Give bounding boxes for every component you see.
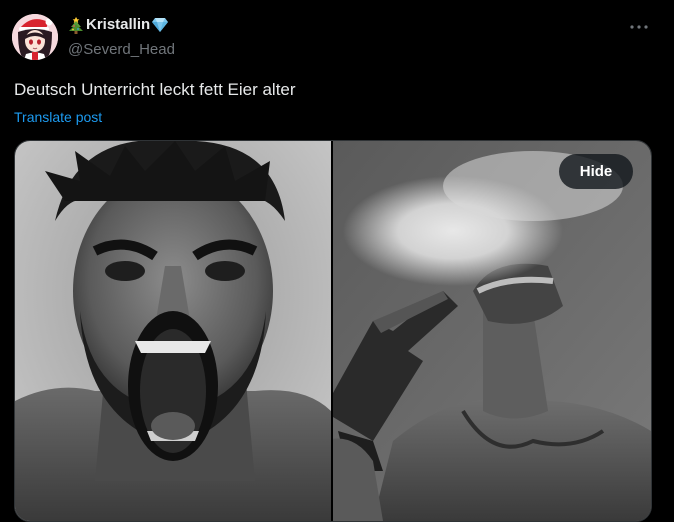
post: Kristallin @Severd_Head Deutsch Unterric… — [0, 0, 674, 522]
author-info: Kristallin @Severd_Head — [68, 15, 175, 60]
media-image-2[interactable] — [323, 141, 651, 521]
media-image-1[interactable] — [15, 141, 331, 521]
translate-post-link[interactable]: Translate post — [14, 108, 102, 126]
author-avatar[interactable] — [12, 14, 58, 60]
post-media: Hide — [14, 140, 652, 522]
avatar-anime-girl-icon — [12, 14, 58, 60]
gem-icon — [151, 17, 169, 33]
more-horizontal-icon — [630, 25, 648, 29]
author-handle[interactable]: @Severd_Head — [68, 40, 175, 60]
photo-screaming-man — [15, 141, 331, 521]
more-options-button[interactable] — [622, 14, 656, 40]
christmas-tree-icon — [68, 16, 84, 34]
post-text: Deutsch Unterricht leckt fett Eier alter — [14, 80, 296, 99]
photo-man-shot-with-gun — [323, 141, 651, 521]
author-display-name: Kristallin — [86, 16, 151, 33]
hide-media-button[interactable]: Hide — [559, 154, 633, 189]
author-name-row[interactable]: Kristallin — [68, 15, 175, 35]
